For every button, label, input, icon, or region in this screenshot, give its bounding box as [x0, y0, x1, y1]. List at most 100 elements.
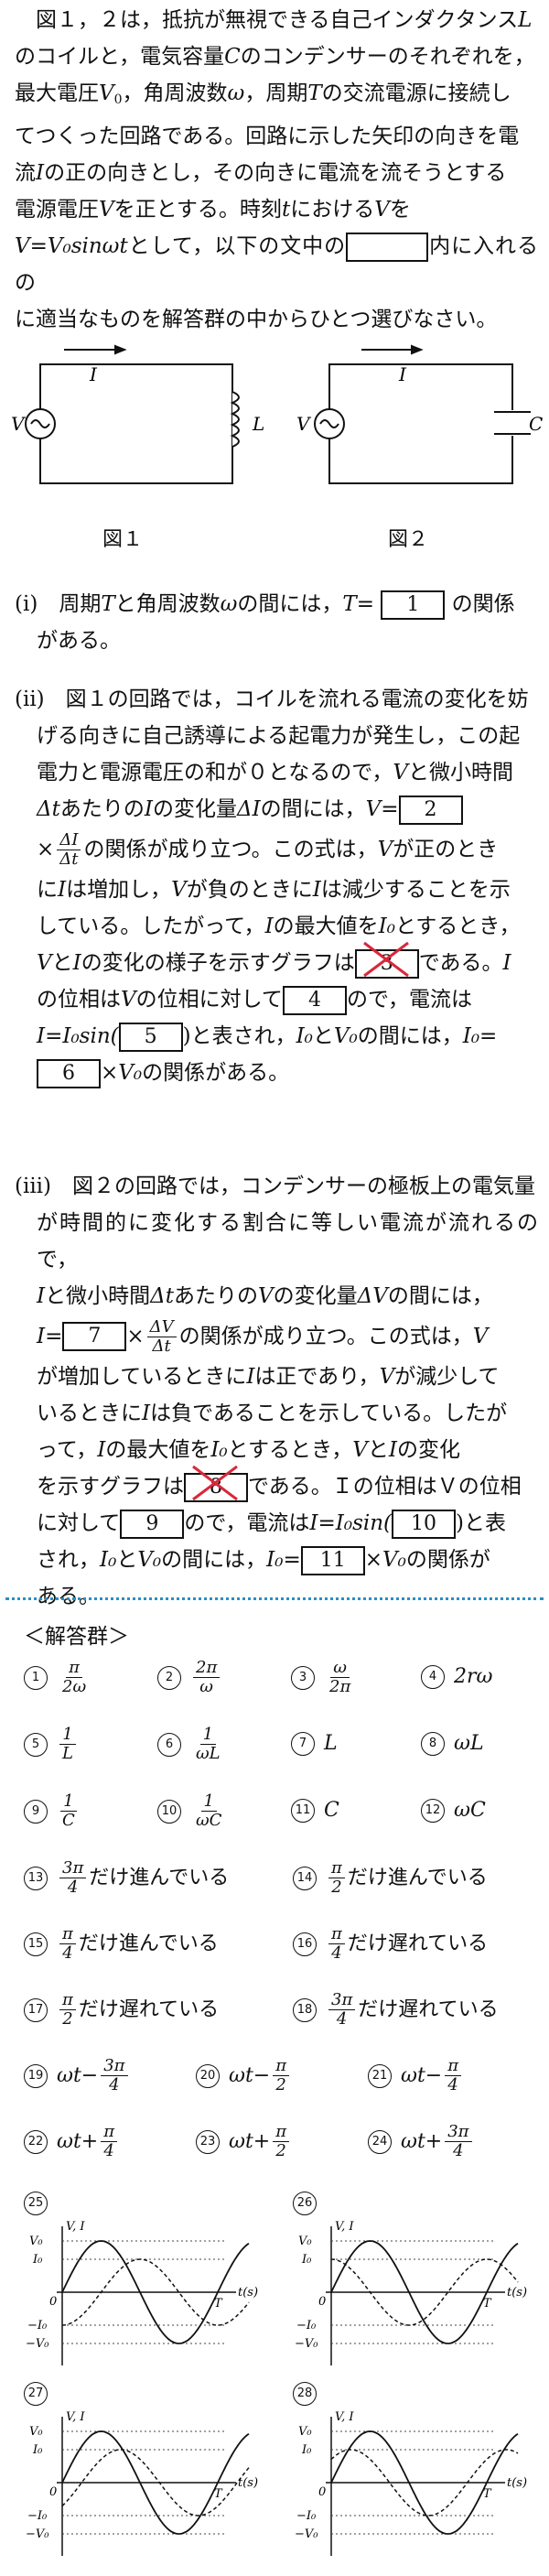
- answer-choice-18[interactable]: 18 3π 4 だけ遅れている: [293, 1991, 499, 2029]
- fraction-numerator: π: [273, 2057, 290, 2076]
- choice-suffix: だけ進んでいる: [78, 1932, 219, 1955]
- fig1-I-label: I: [89, 363, 98, 385]
- answer-choice-1[interactable]: 1 π 2ω: [24, 1659, 92, 1696]
- answer-choice-21[interactable]: 21 ωt− π 4: [368, 2057, 464, 2094]
- choice-fraction: 2π ω: [193, 1659, 221, 1696]
- q1-equation: T=: [342, 592, 375, 616]
- choice-fraction: 1 ωL: [193, 1726, 223, 1763]
- answer-choice-20[interactable]: 20 ωt− π 2: [196, 2057, 292, 2094]
- answer-box-4[interactable]: 4: [282, 986, 347, 1015]
- choice-fraction: 3π 4: [445, 2123, 472, 2160]
- choice-number: 22: [24, 2129, 48, 2154]
- answer-choice-12[interactable]: 12 ωC: [421, 1792, 486, 1829]
- i0-label: I₀: [32, 2443, 43, 2457]
- answer-choice-8[interactable]: 8 ωL: [421, 1726, 484, 1762]
- fraction-denominator: 4: [447, 2075, 458, 2094]
- answer-choice-13[interactable]: 13 3π 4 だけ進んでいる: [24, 1859, 229, 1897]
- blank-box: [346, 233, 429, 262]
- q3-line-8b: である。Ｉの位相はＶの位相: [248, 1475, 522, 1499]
- answer-box-7[interactable]: 7: [62, 1322, 127, 1351]
- v0-label: V₀: [298, 2425, 312, 2439]
- choice-number: 14: [293, 1866, 317, 1890]
- symbol-V: V: [99, 198, 114, 222]
- choice-number: 5: [24, 1732, 48, 1757]
- choice-prefix: ωt−: [401, 2063, 443, 2087]
- fraction-numerator: π: [328, 1859, 345, 1878]
- answer-choice-23[interactable]: 23 ωt+ π 2: [196, 2123, 292, 2160]
- neg-v0-label: −V₀: [295, 2527, 318, 2541]
- answer-box-6[interactable]: 6: [37, 1059, 101, 1088]
- symbol-I: I: [264, 915, 274, 938]
- answer-choice-3[interactable]: 3 ω 2π: [291, 1659, 356, 1696]
- neg-v0-label: −V₀: [26, 2337, 49, 2351]
- graph-choice-27[interactable]: 27 V, I t(s) V₀ I₀ −I₀ −V₀ 0 T: [24, 2382, 271, 2565]
- answer-box-11[interactable]: 11: [300, 1546, 365, 1575]
- intro-line-7b: として，以下の文中の: [127, 234, 347, 258]
- answer-choice-16[interactable]: 16 π 4 だけ遅れている: [293, 1925, 488, 1963]
- answer-choice-4[interactable]: 4 2rω: [421, 1659, 492, 1695]
- answer-choice-24[interactable]: 24 ωt+ 3π 4: [368, 2123, 475, 2160]
- answer-box-9[interactable]: 9: [120, 1510, 185, 1539]
- q1-text-d: の関係: [451, 592, 515, 616]
- intro-line-6: 電源電圧: [15, 198, 99, 222]
- answer-box-10[interactable]: 10: [392, 1510, 457, 1539]
- q2-line-9c: の位相に対して: [135, 988, 283, 1012]
- q3-line-7i: の変化: [397, 1438, 460, 1462]
- q3-line-10i: の関係が: [405, 1548, 490, 1572]
- question-1: (i) 周期Tと角周波数ωの間には，T= 1 の関係 がある。: [15, 586, 538, 659]
- y-axis-label: V, I: [335, 2410, 354, 2424]
- q3-line-9b: ので，電流は: [184, 1511, 310, 1535]
- q2-line-7e: とするとき，: [394, 915, 521, 938]
- q3-label: (iii): [15, 1174, 52, 1198]
- fraction-denominator: 4: [453, 2141, 464, 2160]
- answer-choice-19[interactable]: 19 ωt− 3π 4: [24, 2057, 131, 2094]
- answer-choice-6[interactable]: 6 1 ωL: [157, 1726, 226, 1763]
- intro-line-4: てつくった回路である。回路に示した矢印の向きを電: [15, 124, 520, 148]
- symbol-V: V: [37, 951, 52, 975]
- fig1-V-label: V: [11, 413, 27, 435]
- fraction-denominator: Δt: [152, 1336, 171, 1356]
- answer-box-2[interactable]: 2: [398, 796, 463, 825]
- fraction-numerator: 3π: [445, 2123, 472, 2142]
- symbol-C: C: [224, 45, 241, 69]
- answer-choice-11[interactable]: 11 C: [291, 1792, 339, 1829]
- choice-text: C: [324, 1799, 339, 1822]
- choice-number: 20: [196, 2063, 220, 2088]
- symbol-I: I: [144, 797, 153, 821]
- answer-choice-14[interactable]: 14 π 2 だけ進んでいる: [293, 1859, 488, 1897]
- choice-number: 11: [291, 1799, 315, 1823]
- symbol-I: I: [37, 1284, 46, 1308]
- fraction-denominator: ωC: [196, 1811, 222, 1830]
- v0-label: V₀: [29, 2425, 43, 2439]
- graph-choice-26[interactable]: 26 V, I t(s) V₀ I₀ −I₀ −V₀ 0 T: [293, 2192, 540, 2375]
- answer-choice-15[interactable]: 15 π 4 だけ進んでいる: [24, 1925, 219, 1963]
- choice-prefix: ωt+: [401, 2129, 443, 2153]
- answer-box-1[interactable]: 1: [381, 590, 446, 620]
- fraction-denominator: 2: [275, 2141, 286, 2160]
- q3-line-7e: とするとき，: [227, 1438, 353, 1462]
- graph-choice-28[interactable]: 28 V, I t(s) V₀ I₀ −I₀ −V₀ 0 T: [293, 2382, 540, 2565]
- answer-choice-17[interactable]: 17 π 2 だけ遅れている: [24, 1991, 219, 2029]
- symbol-I: I: [142, 1402, 151, 1425]
- fraction-numerator: π: [101, 2123, 118, 2142]
- fig1-L-label: L: [252, 413, 264, 435]
- answer-choice-7[interactable]: 7L: [291, 1726, 338, 1762]
- choice-suffix: だけ進んでいる: [89, 1866, 230, 1889]
- figure-1-circuit: [25, 344, 240, 484]
- i0-label: I₀: [301, 2253, 312, 2267]
- q2-line-6e: が負のときに: [186, 878, 313, 902]
- answer-choice-22[interactable]: 22 ωt+ π 4: [24, 2123, 120, 2160]
- answer-box-5[interactable]: 5: [118, 1023, 183, 1052]
- answer-choice-5[interactable]: 51L: [24, 1726, 79, 1763]
- answer-choice-9[interactable]: 91C: [24, 1792, 81, 1830]
- q3-line-3f: の変化量: [273, 1284, 358, 1308]
- answer-choice-2[interactable]: 2 2π ω: [157, 1659, 222, 1696]
- answer-choice-10[interactable]: 10 1 ωC: [157, 1792, 227, 1830]
- circuit-figures: V I L V I C: [11, 344, 543, 484]
- q3-i0-equation: I₀=: [266, 1548, 301, 1572]
- graph-choice-25[interactable]: 25 V, I t(s) V₀ I₀ −I₀ −V₀ 0 T: [24, 2192, 271, 2375]
- symbol-I0: I₀: [378, 915, 395, 938]
- figure-2-caption: 図２: [388, 528, 429, 551]
- symbol-I: I: [312, 878, 321, 902]
- choice-prefix: ωt+: [229, 2129, 271, 2153]
